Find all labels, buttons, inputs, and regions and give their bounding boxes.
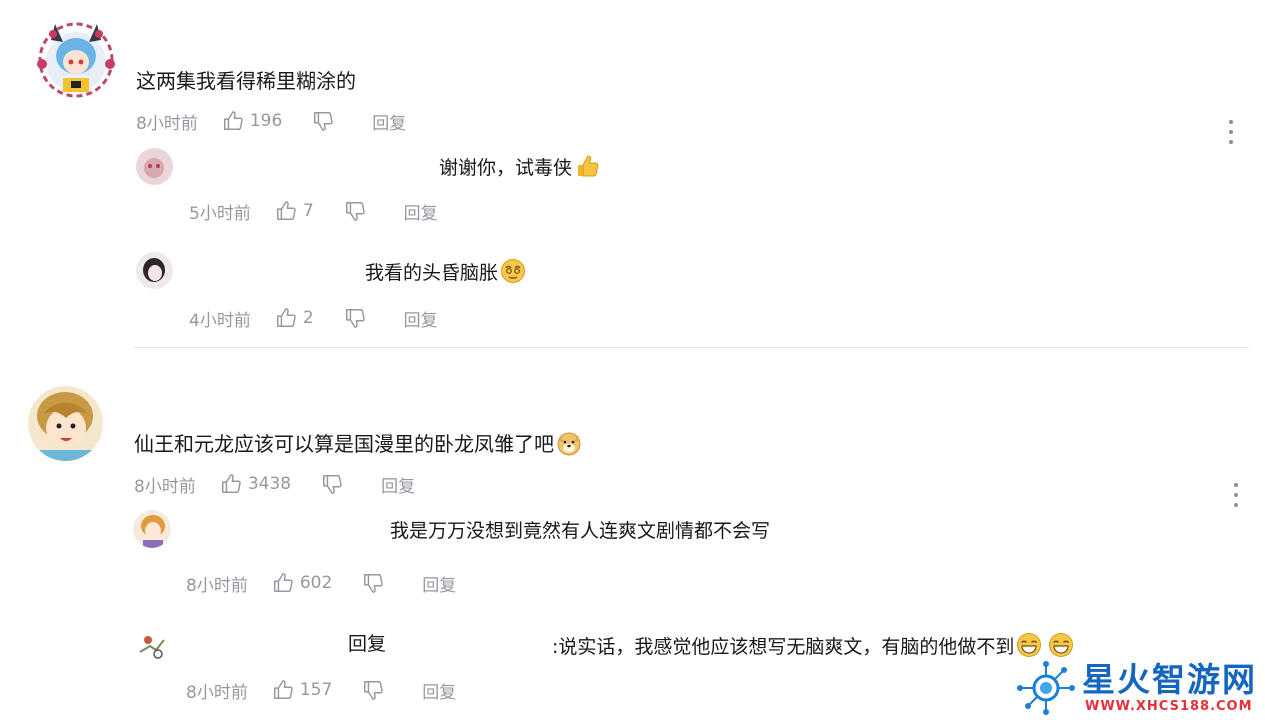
- reply-meta: 4小时前 2 回复: [189, 306, 438, 331]
- like-count: 2: [302, 308, 314, 328]
- like-icon[interactable]: [222, 110, 244, 132]
- comment-time: 8小时前: [134, 476, 196, 497]
- thumbs-up-icon: [574, 153, 600, 179]
- reply-text: 谢谢你，试毒侠: [439, 153, 600, 180]
- comment-meta: 8小时前 3438 回复: [134, 472, 415, 497]
- like-icon[interactable]: [272, 679, 294, 701]
- reply-button[interactable]: 回复: [404, 306, 438, 331]
- watermark-logo-icon: [1016, 660, 1076, 716]
- comment-text: 仙王和元龙应该可以算是国漫里的卧龙凤雏了吧: [134, 430, 582, 456]
- reply-meta: 8小时前 602 回复: [186, 571, 456, 596]
- like-icon[interactable]: [272, 572, 294, 594]
- reply-button[interactable]: 回复: [422, 571, 456, 596]
- reply-text: :说实话，我感觉他应该想写无脑爽文，有脑的他做不到: [552, 632, 1074, 659]
- reply-time: 5小时前: [189, 203, 251, 224]
- reply-text: 我看的头昏脑胀: [365, 258, 526, 285]
- like-count: 3438: [247, 474, 292, 494]
- reply-text: 我是万万没想到竟然有人连爽文剧情都不会写: [390, 520, 771, 542]
- watermark-url: WWW.XHCS188.COM: [1085, 699, 1253, 714]
- like-count: 7: [302, 201, 314, 221]
- reply-avatar[interactable]: [136, 252, 173, 289]
- like-icon[interactable]: [275, 200, 297, 222]
- like-icon[interactable]: [220, 473, 242, 495]
- avatar[interactable]: [33, 14, 119, 100]
- like-count: 196: [249, 111, 283, 131]
- reply-button[interactable]: 回复: [381, 472, 415, 497]
- dislike-icon[interactable]: [344, 200, 366, 222]
- reply-time: 8小时前: [186, 682, 248, 703]
- like-count: 157: [299, 680, 333, 700]
- dislike-icon[interactable]: [344, 307, 366, 329]
- grin-squint-icon: [1016, 632, 1042, 658]
- reply-avatar[interactable]: [136, 148, 173, 185]
- like-count: 602: [299, 573, 333, 593]
- doge-icon: [556, 430, 582, 456]
- reply-meta: 8小时前 157 回复: [186, 678, 456, 703]
- reply-button[interactable]: 回复: [422, 678, 456, 703]
- reply-time: 4小时前: [189, 310, 251, 331]
- avatar[interactable]: [28, 386, 103, 461]
- divider: [133, 347, 1249, 348]
- dislike-icon[interactable]: [321, 473, 343, 495]
- reply-time: 8小时前: [186, 575, 248, 596]
- reply-avatar[interactable]: [136, 630, 168, 662]
- comment-meta: 8小时前 196 回复: [136, 109, 406, 134]
- dizzy-face-icon: [500, 258, 526, 284]
- like-icon[interactable]: [275, 307, 297, 329]
- more-options-icon[interactable]: [1226, 120, 1236, 144]
- reply-text: 回复: [348, 633, 387, 655]
- watermark-title: 星火智游网: [1082, 660, 1257, 699]
- dislike-icon[interactable]: [362, 572, 384, 594]
- reply-button[interactable]: 回复: [372, 109, 406, 134]
- grin-squint-icon: [1048, 632, 1074, 658]
- more-options-icon[interactable]: [1231, 483, 1241, 507]
- comment-time: 8小时前: [136, 113, 198, 134]
- reply-avatar[interactable]: [133, 510, 171, 548]
- comment-text: 这两集我看得稀里糊涂的: [136, 69, 356, 93]
- dislike-icon[interactable]: [312, 110, 334, 132]
- reply-button[interactable]: 回复: [404, 199, 438, 224]
- dislike-icon[interactable]: [362, 679, 384, 701]
- reply-meta: 5小时前 7 回复: [189, 199, 438, 224]
